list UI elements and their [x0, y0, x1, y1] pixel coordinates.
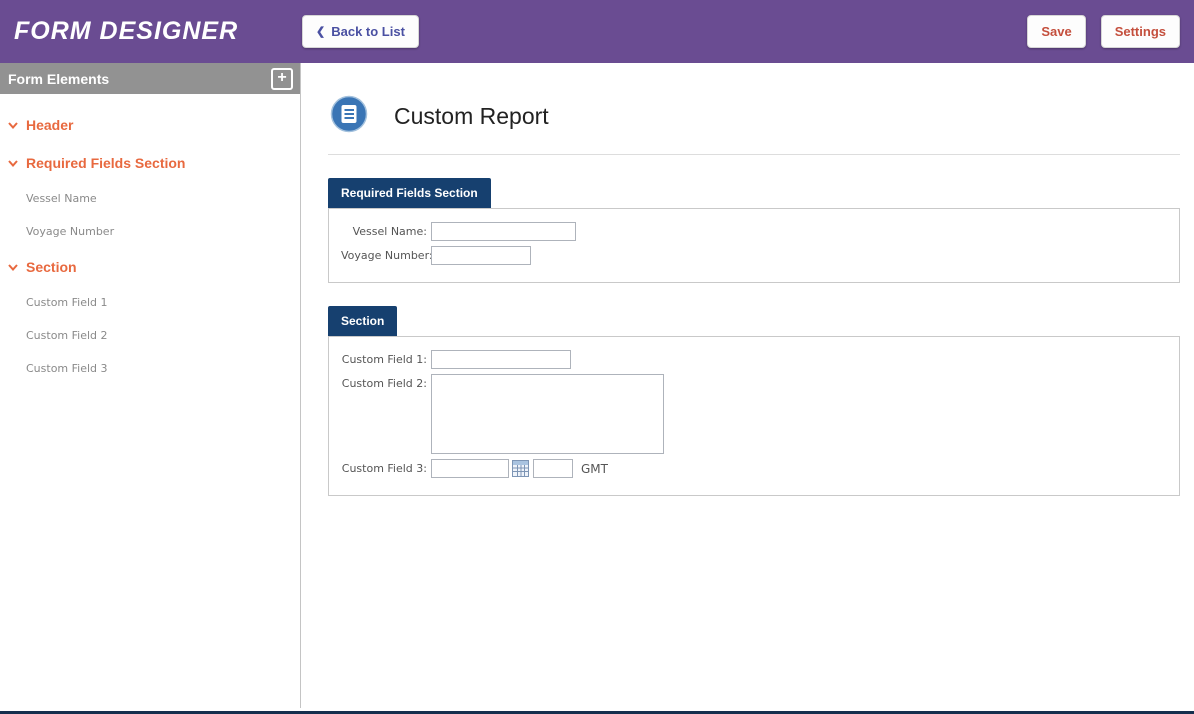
tree-group-label: Header: [26, 117, 73, 133]
custom-field-3-label: Custom Field 3:: [341, 459, 427, 475]
field-row: Custom Field 2:: [341, 374, 1167, 454]
tab-required-fields-section[interactable]: Required Fields Section: [328, 178, 491, 208]
topbar-actions: Save Settings: [1027, 15, 1180, 48]
voyage-number-label: Voyage Number:: [341, 246, 427, 262]
custom-field-2-textarea[interactable]: [431, 374, 664, 454]
back-button-label: Back to List: [331, 24, 405, 39]
chevron-down-icon: [8, 264, 18, 271]
custom-field-1-input[interactable]: [431, 350, 571, 369]
field-row: Vessel Name:: [341, 222, 1167, 241]
sidebar-item-custom-field-2[interactable]: Custom Field 2: [8, 319, 300, 352]
sidebar-item-required-fields-section[interactable]: Required Fields Section: [8, 144, 300, 182]
chevron-down-icon: [8, 160, 18, 167]
custom-field-3-date-input[interactable]: [431, 459, 509, 478]
save-button[interactable]: Save: [1027, 15, 1085, 48]
chevron-down-icon: [8, 122, 18, 129]
field-row: Custom Field 3: GMT: [341, 459, 1167, 478]
tree-group-label: Section: [26, 259, 77, 275]
sidebar-header: Form Elements +: [0, 63, 300, 94]
header-divider: [328, 154, 1180, 155]
sidebar-item-vessel-name[interactable]: Vessel Name: [8, 182, 300, 215]
tree-group-header: Header: [8, 106, 300, 144]
form-elements-tree: Header Required Fields Section Vessel Na…: [0, 94, 300, 385]
topbar: FORM DESIGNER ❮ Back to List Save Settin…: [0, 0, 1194, 63]
vessel-name-input[interactable]: [431, 222, 576, 241]
custom-field-2-label: Custom Field 2:: [341, 374, 427, 390]
voyage-number-input[interactable]: [431, 246, 531, 265]
report-header: Custom Report: [328, 87, 1180, 154]
tab-section[interactable]: Section: [328, 306, 397, 336]
panel-required-fields-section: Vessel Name: Voyage Number:: [328, 208, 1180, 283]
app-title: FORM DESIGNER: [14, 17, 302, 46]
sidebar-item-voyage-number[interactable]: Voyage Number: [8, 215, 300, 248]
sidebar: Form Elements + Header Required Fields S…: [0, 63, 301, 708]
field-row: Voyage Number:: [341, 246, 1167, 265]
sidebar-item-header[interactable]: Header: [8, 106, 300, 144]
calendar-button[interactable]: [511, 459, 530, 478]
gmt-label: GMT: [581, 459, 608, 476]
add-element-button[interactable]: +: [271, 68, 293, 90]
field-row: Custom Field 1:: [341, 350, 1167, 369]
tree-group-required-fields: Required Fields Section Vessel Name Voya…: [8, 144, 300, 248]
custom-field-1-label: Custom Field 1:: [341, 350, 427, 366]
vessel-name-label: Vessel Name:: [341, 222, 427, 238]
tree-group-section: Section Custom Field 1 Custom Field 2 Cu…: [8, 248, 300, 385]
tree-group-label: Required Fields Section: [26, 155, 185, 171]
panel-section: Custom Field 1: Custom Field 2: Custom F…: [328, 336, 1180, 496]
sidebar-title: Form Elements: [8, 71, 109, 87]
report-title: Custom Report: [394, 103, 549, 130]
back-to-list-button[interactable]: ❮ Back to List: [302, 15, 419, 48]
sidebar-item-custom-field-1[interactable]: Custom Field 1: [8, 286, 300, 319]
sidebar-item-section[interactable]: Section: [8, 248, 300, 286]
back-chevron-icon: ❮: [316, 25, 325, 38]
main-content: Custom Report Required Fields Section Ve…: [302, 63, 1194, 708]
settings-button[interactable]: Settings: [1101, 15, 1180, 48]
sidebar-item-custom-field-3[interactable]: Custom Field 3: [8, 352, 300, 385]
custom-field-3-time-input[interactable]: [533, 459, 573, 478]
calendar-icon: [512, 460, 529, 477]
report-icon: [330, 95, 368, 138]
